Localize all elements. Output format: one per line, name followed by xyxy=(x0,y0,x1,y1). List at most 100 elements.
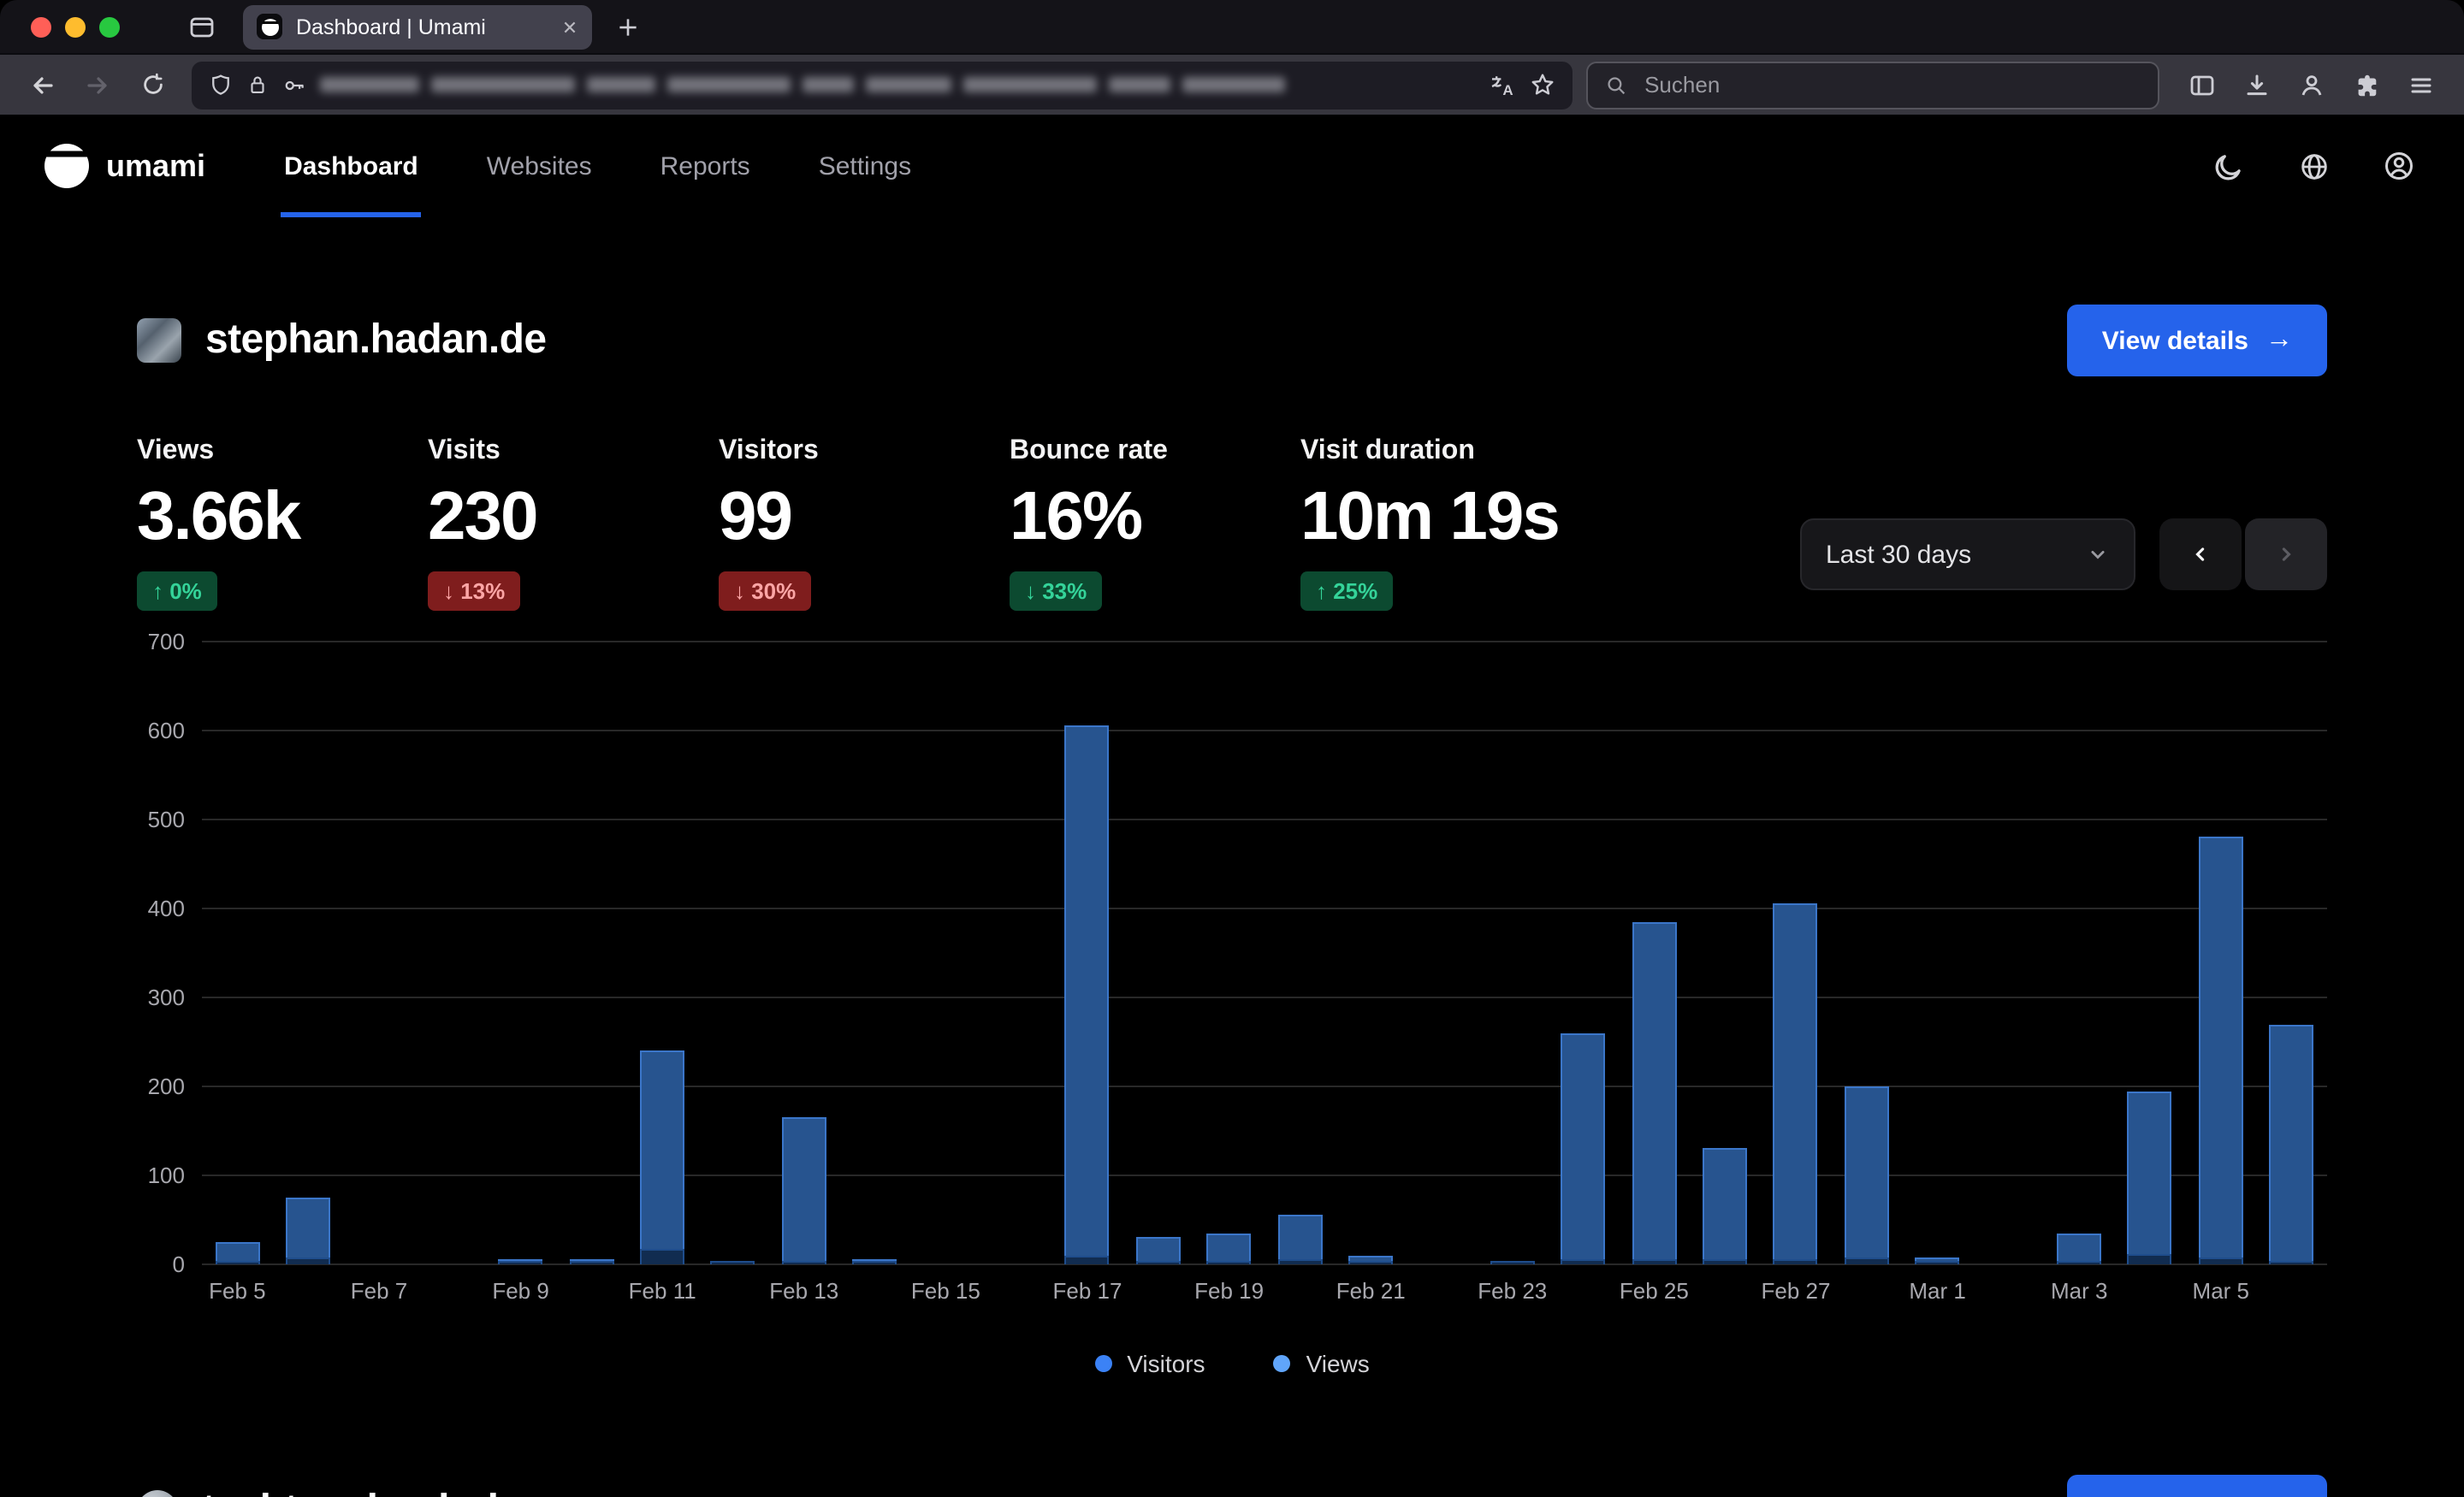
umami-logo-icon xyxy=(44,144,89,188)
visitors-bar xyxy=(1490,1261,1535,1264)
key-icon[interactable] xyxy=(282,73,306,97)
theme-toggle-moon-icon[interactable] xyxy=(2207,145,2248,186)
url-bar[interactable]: A xyxy=(192,61,1573,109)
nav-item-dashboard[interactable]: Dashboard xyxy=(281,115,422,217)
chart-plot xyxy=(202,642,2327,1264)
bar-group-mar-4[interactable] xyxy=(2115,642,2186,1264)
next-view-details-button[interactable]: View details → xyxy=(2068,1475,2327,1497)
firefox-view-icon[interactable] xyxy=(178,4,226,49)
search-icon xyxy=(1605,73,1627,97)
browser-tab-bar: Dashboard | Umami xyxy=(0,0,2464,53)
bar-group-mar-6[interactable] xyxy=(2256,642,2327,1264)
close-window-button[interactable] xyxy=(31,16,51,37)
nav-item-settings[interactable]: Settings xyxy=(815,115,915,217)
nav-item-reports[interactable]: Reports xyxy=(657,115,754,217)
bar-group-feb-20[interactable] xyxy=(1265,642,1336,1264)
bar-group-feb-26[interactable] xyxy=(1690,642,1761,1264)
date-range-select[interactable]: Last 30 days xyxy=(1800,518,2135,590)
bar-group-feb-8[interactable] xyxy=(414,642,485,1264)
metric-change-badge: ↑ 25% xyxy=(1300,571,1393,611)
y-tick-label: 600 xyxy=(148,718,185,743)
new-tab-button[interactable] xyxy=(606,4,650,49)
translate-icon[interactable]: A xyxy=(1489,71,1516,98)
metric-visitors: Visitors99↓ 30% xyxy=(719,436,1010,611)
downloads-icon[interactable] xyxy=(2231,59,2283,110)
bar-group-mar-1[interactable] xyxy=(1902,642,1973,1264)
bar-group-mar-3[interactable] xyxy=(2044,642,2115,1264)
next-website-header: techtagebuch.de View details → xyxy=(137,1459,2327,1497)
reload-button[interactable] xyxy=(127,59,178,110)
visitors-bar xyxy=(1703,1259,1747,1264)
next-period-button[interactable] xyxy=(2245,518,2327,590)
x-tick-label: Feb 9 xyxy=(492,1278,549,1304)
bar-group-feb-22[interactable] xyxy=(1407,642,1478,1264)
view-details-label: View details xyxy=(2102,326,2248,355)
bar-group-feb-19[interactable] xyxy=(1194,642,1265,1264)
legend-visitors[interactable]: Visitors xyxy=(1094,1350,1205,1377)
visitors-bar xyxy=(1348,1261,1393,1264)
bar-group-feb-6[interactable] xyxy=(273,642,344,1264)
bar-group-mar-5[interactable] xyxy=(2185,642,2256,1264)
visitors-bar xyxy=(286,1257,330,1264)
nav-item-websites[interactable]: Websites xyxy=(483,115,595,217)
extensions-puzzle-icon[interactable] xyxy=(2341,59,2392,110)
lock-icon[interactable] xyxy=(246,74,269,96)
browser-tab-dashboard[interactable]: Dashboard | Umami xyxy=(243,4,592,49)
y-tick-label: 300 xyxy=(148,985,185,1010)
metric-visit-duration: Visit duration10m 19s↑ 25% xyxy=(1300,436,1591,611)
bar-group-feb-5[interactable] xyxy=(202,642,273,1264)
legend-dot xyxy=(1094,1355,1111,1372)
shield-icon[interactable] xyxy=(209,73,233,97)
bar-group-feb-24[interactable] xyxy=(1548,642,1619,1264)
bar-group-feb-11[interactable] xyxy=(627,642,698,1264)
browser-toolbar: A xyxy=(0,53,2464,115)
account-icon[interactable] xyxy=(2286,59,2337,110)
search-input[interactable] xyxy=(1641,70,2141,99)
bar-group-feb-12[interactable] xyxy=(698,642,769,1264)
dashboard-content: stephan.hadan.de View details → Views3.6… xyxy=(137,217,2327,1497)
bookmark-star-icon[interactable] xyxy=(1530,72,1555,98)
legend-views[interactable]: Views xyxy=(1274,1350,1370,1377)
previous-period-button[interactable] xyxy=(2159,518,2242,590)
forward-button[interactable] xyxy=(72,59,123,110)
x-tick-label: Feb 19 xyxy=(1194,1278,1264,1304)
profile-icon[interactable] xyxy=(2378,145,2420,186)
bar-group-feb-17[interactable] xyxy=(1052,642,1123,1264)
bar-group-feb-18[interactable] xyxy=(1122,642,1194,1264)
bar-group-feb-14[interactable] xyxy=(839,642,910,1264)
minimize-window-button[interactable] xyxy=(65,16,86,37)
svg-text:A: A xyxy=(1502,81,1513,98)
views-bar xyxy=(1207,1234,1252,1264)
umami-brand[interactable]: umami xyxy=(44,144,205,188)
menu-hamburger-icon[interactable] xyxy=(2396,59,2447,110)
bar-group-feb-28[interactable] xyxy=(1831,642,1902,1264)
bar-group-mar-2[interactable] xyxy=(1973,642,2044,1264)
bar-group-feb-25[interactable] xyxy=(1619,642,1690,1264)
view-details-button[interactable]: View details → xyxy=(2068,305,2327,376)
visitors-bar xyxy=(1277,1260,1322,1264)
bar-group-feb-10[interactable] xyxy=(556,642,627,1264)
y-tick-label: 0 xyxy=(173,1251,185,1277)
visitors-bar xyxy=(215,1261,259,1264)
language-globe-icon[interactable] xyxy=(2293,145,2334,186)
visitors-bar xyxy=(1916,1261,1960,1264)
x-tick-label: Mar 3 xyxy=(2051,1278,2107,1304)
zoom-window-button[interactable] xyxy=(99,16,120,37)
bar-group-feb-13[interactable] xyxy=(768,642,839,1264)
back-button[interactable] xyxy=(17,59,68,110)
bar-group-feb-9[interactable] xyxy=(485,642,556,1264)
x-tick-label: Feb 13 xyxy=(769,1278,838,1304)
bar-group-feb-7[interactable] xyxy=(344,642,415,1264)
bar-group-feb-27[interactable] xyxy=(1761,642,1832,1264)
bar-group-feb-15[interactable] xyxy=(910,642,981,1264)
metric-value: 3.66k xyxy=(137,477,428,556)
bar-group-feb-23[interactable] xyxy=(1477,642,1548,1264)
views-bar xyxy=(1561,1033,1606,1264)
views-bar xyxy=(1703,1149,1747,1264)
tab-close-icon[interactable] xyxy=(561,18,578,35)
x-tick-label: Feb 5 xyxy=(209,1278,266,1304)
bar-group-feb-16[interactable] xyxy=(981,642,1052,1264)
sidebar-panel-icon[interactable] xyxy=(2177,59,2228,110)
bar-group-feb-21[interactable] xyxy=(1336,642,1407,1264)
visitors-bar xyxy=(1561,1259,1606,1264)
